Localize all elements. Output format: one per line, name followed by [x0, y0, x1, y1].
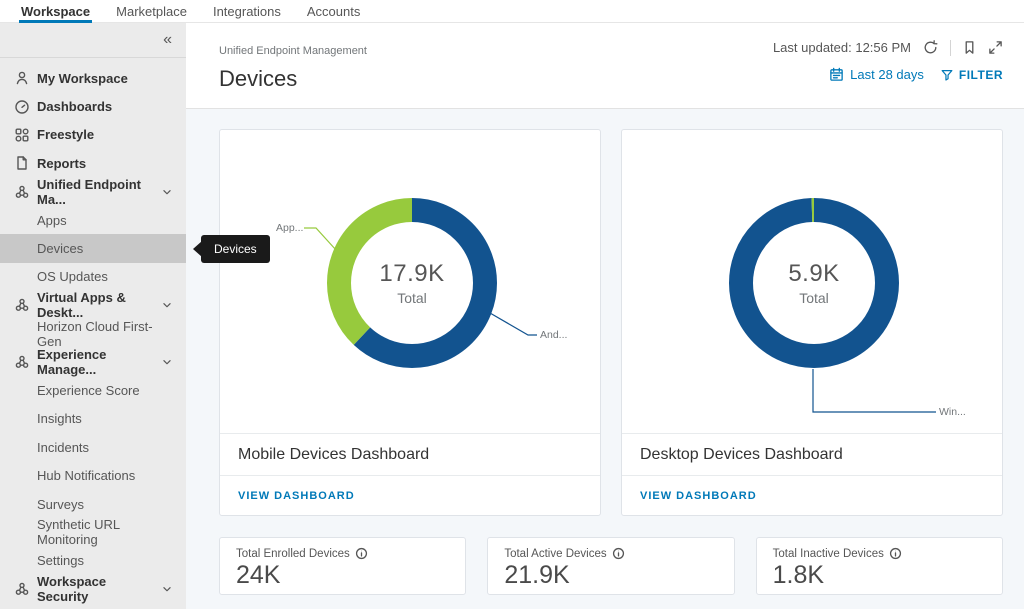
- refresh-icon[interactable]: [922, 39, 939, 56]
- card-title: Desktop Devices Dashboard: [622, 433, 1002, 475]
- stat-total-enrolled-devices: Total Enrolled Devices 24K: [219, 537, 466, 595]
- module-icon: [14, 184, 30, 200]
- segment-label-windows: Win...: [939, 406, 966, 418]
- desktop-devices-donut-chart[interactable]: [726, 195, 902, 371]
- mobile-devices-card: 17.9K Total App... And... Mobile Devices…: [219, 129, 601, 516]
- sidebar-item-reports[interactable]: Reports: [0, 149, 186, 177]
- sidebar-item-settings[interactable]: Settings: [0, 547, 186, 575]
- report-icon: [14, 155, 30, 171]
- chevron-down-icon: [160, 355, 174, 369]
- sidebar-item-experience-score[interactable]: Experience Score: [0, 376, 186, 404]
- main-area: Unified Endpoint Management Devices Last…: [186, 23, 1024, 609]
- sidebar-item-incidents[interactable]: Incidents: [0, 433, 186, 461]
- stat-value: 24K: [236, 561, 449, 590]
- sidebar-item-experience-management[interactable]: Experience Manage...: [0, 348, 186, 376]
- module-icon: [14, 354, 30, 370]
- sidebar-item-dashboards[interactable]: Dashboards: [0, 92, 186, 120]
- chevron-down-icon: [160, 582, 174, 596]
- calendar-icon: [829, 67, 844, 82]
- info-icon[interactable]: [612, 547, 625, 560]
- tab-integrations[interactable]: Integrations: [200, 0, 294, 22]
- card-title: Mobile Devices Dashboard: [220, 433, 600, 475]
- segment-label-android: And...: [540, 329, 567, 341]
- expand-icon[interactable]: [988, 40, 1003, 55]
- top-nav: Workspace Marketplace Integrations Accou…: [0, 0, 1024, 23]
- date-range-button[interactable]: Last 28 days: [850, 67, 924, 82]
- view-dashboard-link[interactable]: VIEW DASHBOARD: [640, 490, 757, 502]
- chevron-down-icon: [160, 185, 174, 199]
- mobile-devices-donut-chart[interactable]: [324, 195, 500, 371]
- sidebar-item-os-updates[interactable]: OS Updates: [0, 263, 186, 291]
- stat-value: 1.8K: [773, 561, 986, 590]
- view-dashboard-link[interactable]: VIEW DASHBOARD: [238, 490, 355, 502]
- sidebar-nav-list: My Workspace Dashboards Freestyle Report…: [0, 64, 186, 603]
- info-icon[interactable]: [355, 547, 368, 560]
- sidebar-item-my-workspace[interactable]: My Workspace: [0, 64, 186, 92]
- sidebar-item-unified-endpoint-management[interactable]: Unified Endpoint Ma...: [0, 178, 186, 206]
- sidebar-item-surveys[interactable]: Surveys: [0, 490, 186, 518]
- desktop-devices-chart-area: 5.9K Total Win...: [622, 130, 1002, 433]
- user-icon: [14, 70, 30, 86]
- bookmark-icon[interactable]: [962, 40, 977, 55]
- segment-label-apple: App...: [276, 222, 303, 234]
- sidebar-item-horizon-cloud-first-gen[interactable]: Horizon Cloud First-Gen: [0, 320, 186, 348]
- stat-total-active-devices: Total Active Devices 21.9K: [487, 537, 734, 595]
- filter-button[interactable]: FILTER: [959, 68, 1003, 82]
- sidebar-item-freestyle[interactable]: Freestyle: [0, 121, 186, 149]
- page-title: Devices: [219, 66, 367, 92]
- sidebar-item-workspace-security[interactable]: Workspace Security: [0, 575, 186, 603]
- filter-icon[interactable]: [940, 68, 954, 82]
- breadcrumb: Unified Endpoint Management: [219, 45, 367, 57]
- sidebar-item-insights[interactable]: Insights: [0, 405, 186, 433]
- stat-value: 21.9K: [504, 561, 717, 590]
- devices-tooltip: Devices: [201, 235, 270, 263]
- header-divider: [950, 40, 951, 56]
- sidebar: « My Workspace Dashboards Freestyle Repo…: [0, 23, 186, 609]
- last-updated-text: Last updated: 12:56 PM: [773, 40, 911, 55]
- module-icon: [14, 581, 30, 597]
- info-icon[interactable]: [889, 547, 902, 560]
- sidebar-collapse-button[interactable]: «: [163, 32, 172, 48]
- freestyle-icon: [14, 127, 30, 143]
- tab-workspace[interactable]: Workspace: [8, 0, 103, 22]
- chevron-down-icon: [160, 298, 174, 312]
- dashboard-content: 17.9K Total App... And... Mobile Devices…: [186, 108, 1024, 609]
- sidebar-item-apps[interactable]: Apps: [0, 206, 186, 234]
- desktop-devices-card: 5.9K Total Win... Desktop Devices Dashbo…: [621, 129, 1003, 516]
- sidebar-item-synthetic-url-monitoring[interactable]: Synthetic URL Monitoring: [0, 518, 186, 546]
- sidebar-item-virtual-apps-desktops[interactable]: Virtual Apps & Deskt...: [0, 291, 186, 319]
- sidebar-item-hub-notifications[interactable]: Hub Notifications: [0, 461, 186, 489]
- module-icon: [14, 297, 30, 313]
- page-header: Unified Endpoint Management Devices Last…: [186, 23, 1024, 108]
- stat-total-inactive-devices: Total Inactive Devices 1.8K: [756, 537, 1003, 595]
- tab-marketplace[interactable]: Marketplace: [103, 0, 200, 22]
- dashboard-icon: [14, 99, 30, 115]
- mobile-devices-chart-area: 17.9K Total App... And...: [220, 130, 600, 433]
- sidebar-item-devices[interactable]: Devices: [0, 234, 186, 262]
- tab-accounts[interactable]: Accounts: [294, 0, 373, 22]
- kpi-row: Total Enrolled Devices 24K Total Active …: [219, 537, 1003, 595]
